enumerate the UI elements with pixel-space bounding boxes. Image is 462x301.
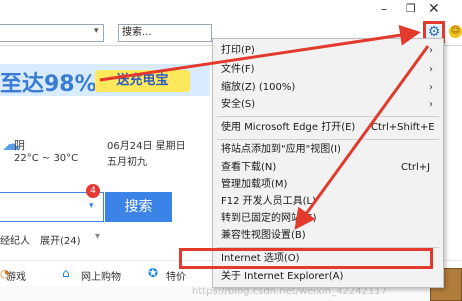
menu-item-about-ie[interactable]: 关于 Internet Explorer(A) — [221, 270, 343, 284]
menu-item-manage-addons[interactable]: 管理加载项(M) — [221, 178, 287, 192]
highlight-box — [179, 248, 433, 269]
shortcut-view-downloads: Ctrl+J — [401, 162, 431, 173]
menu-item-f12-tools[interactable]: F12 开发人员工具(L) — [221, 195, 316, 209]
chevron-right-icon: › — [429, 82, 433, 93]
menu-item-pinned-sites[interactable]: 转到已固定的网站(G) — [221, 212, 317, 226]
chevron-right-icon: › — [429, 99, 433, 110]
link-broker[interactable]: 经纪人 — [0, 232, 30, 247]
menu-item-compat-view[interactable]: 兼容性视图设置(B) — [221, 229, 306, 243]
nav-deal[interactable]: 特价 — [166, 268, 186, 283]
date-text: 06月24日 星期日 — [107, 141, 186, 152]
chevron-down-icon[interactable]: ▾ — [89, 201, 94, 211]
tag-icon: ✪ — [148, 266, 159, 280]
shopping-icon: ⌂ — [62, 266, 70, 280]
nav-game[interactable]: 游戏 — [6, 268, 26, 283]
smiley-icon[interactable]: ☺ — [449, 25, 462, 38]
chevron-down-icon[interactable]: ▾ — [94, 26, 104, 38]
weather-temperature: 22°C ~ 30°C — [14, 153, 79, 164]
notification-badge: 4 — [86, 184, 100, 198]
page-search-button[interactable]: 搜索 — [105, 192, 172, 222]
chevron-right-icon: › — [429, 64, 433, 75]
menu-item-print[interactable]: 打印(P) — [221, 44, 255, 58]
menu-item-add-site-apps[interactable]: 将站点添加到"应用"视图(I) — [221, 143, 341, 157]
address-bar[interactable] — [0, 24, 104, 42]
menu-separator — [217, 139, 439, 140]
menu-item-open-edge[interactable]: 使用 Microsoft Edge 打开(E) — [221, 121, 355, 135]
menu-item-file[interactable]: 文件(F) — [221, 63, 255, 77]
lunar-date: 五月初九 — [107, 157, 147, 168]
chevron-right-icon: › — [429, 45, 433, 56]
nav-shopping[interactable]: 网上购物 — [81, 268, 121, 283]
search-input[interactable]: 搜索... — [118, 24, 212, 42]
menu-item-view-downloads[interactable]: 查看下载(N) — [221, 161, 276, 175]
weather-condition: 阴 — [14, 139, 25, 152]
shortcut-open-edge: Ctrl+Shift+E — [371, 122, 435, 133]
promo-text: 至达98% — [0, 72, 97, 97]
restore-button[interactable]: ❐ — [406, 3, 418, 15]
menu-separator — [217, 116, 439, 117]
menu-item-zoom[interactable]: 缩放(Z) (100%) — [221, 81, 295, 95]
chevron-down-icon[interactable]: ▾ — [95, 231, 100, 242]
menu-item-safety[interactable]: 安全(S) — [221, 98, 255, 112]
minimize-button[interactable]: – — [381, 3, 393, 15]
link-expand[interactable]: 展开(24) — [40, 232, 81, 247]
close-button[interactable]: ✕ — [428, 2, 442, 16]
promo-button[interactable]: 送充电宝 — [95, 70, 190, 92]
